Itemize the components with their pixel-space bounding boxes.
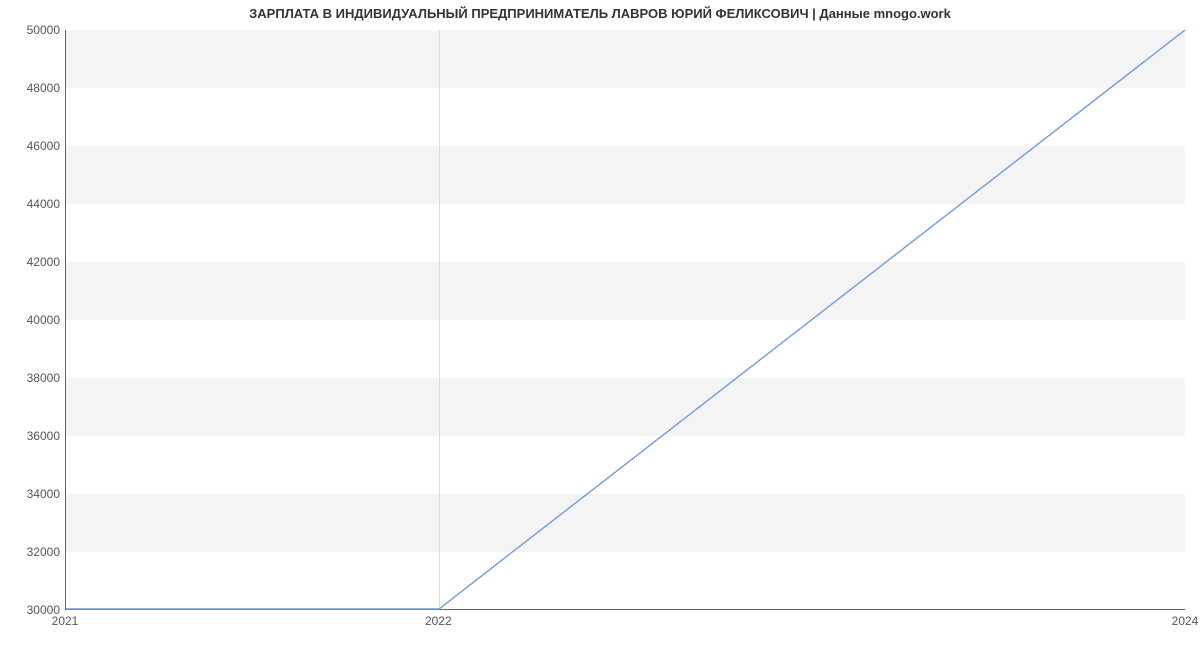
x-tick-label: 2022 [425,614,452,628]
series-line [66,30,1185,609]
y-tick-label: 46000 [5,139,60,153]
y-tick-label: 42000 [5,255,60,269]
y-tick-label: 34000 [5,487,60,501]
chart-container: ЗАРПЛАТА В ИНДИВИДУАЛЬНЫЙ ПРЕДПРИНИМАТЕЛ… [0,0,1200,650]
y-tick-label: 48000 [5,81,60,95]
y-tick-label: 36000 [5,429,60,443]
y-tick-label: 38000 [5,371,60,385]
y-tick-label: 44000 [5,197,60,211]
y-tick-label: 50000 [5,23,60,37]
chart-title: ЗАРПЛАТА В ИНДИВИДУАЛЬНЫЙ ПРЕДПРИНИМАТЕЛ… [0,6,1200,21]
x-tick-label: 2024 [1172,614,1199,628]
x-tick-label: 2021 [52,614,79,628]
y-tick-label: 32000 [5,545,60,559]
plot-area [65,30,1185,610]
line-series [66,30,1185,609]
y-tick-label: 40000 [5,313,60,327]
